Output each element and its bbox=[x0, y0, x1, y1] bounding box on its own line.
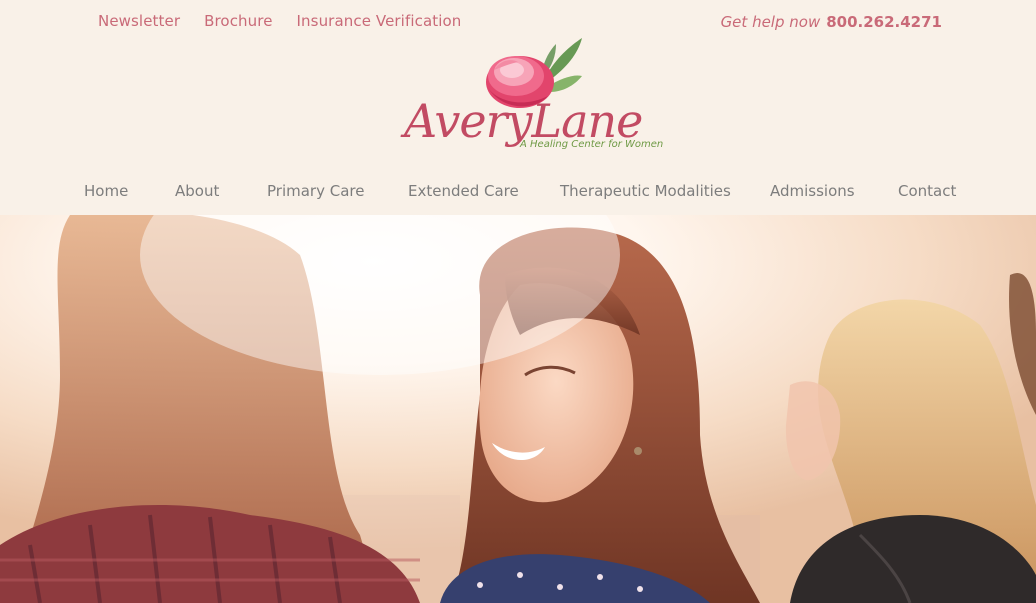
phone-link[interactable]: 800.262.4271 bbox=[826, 13, 942, 31]
insurance-verification-link[interactable]: Insurance Verification bbox=[297, 12, 462, 30]
nav-extended-care[interactable]: Extended Care bbox=[408, 182, 560, 200]
newsletter-link[interactable]: Newsletter bbox=[98, 12, 180, 30]
help-label: Get help now bbox=[720, 13, 821, 31]
main-nav: Home About Primary Care Extended Care Th… bbox=[84, 182, 956, 200]
brochure-link[interactable]: Brochure bbox=[204, 12, 272, 30]
logo-wordmark: AveryLane bbox=[404, 94, 643, 148]
top-links: Newsletter Brochure Insurance Verificati… bbox=[98, 12, 461, 30]
nav-primary-care[interactable]: Primary Care bbox=[267, 182, 408, 200]
nav-therapeutic-modalities[interactable]: Therapeutic Modalities bbox=[560, 182, 770, 200]
nav-admissions[interactable]: Admissions bbox=[770, 182, 898, 200]
help-contact: Get help now 800.262.4271 bbox=[721, 13, 942, 31]
women-photo-illustration bbox=[0, 215, 1036, 603]
hero-image bbox=[0, 215, 1036, 603]
nav-about[interactable]: About bbox=[175, 182, 267, 200]
nav-contact[interactable]: Contact bbox=[898, 182, 956, 200]
logo-tagline: A Healing Center for Women bbox=[520, 139, 664, 150]
site-header: Newsletter Brochure Insurance Verificati… bbox=[0, 0, 1036, 215]
nav-home[interactable]: Home bbox=[84, 182, 175, 200]
site-logo[interactable]: AveryLane A Healing Center for Women bbox=[400, 36, 663, 158]
